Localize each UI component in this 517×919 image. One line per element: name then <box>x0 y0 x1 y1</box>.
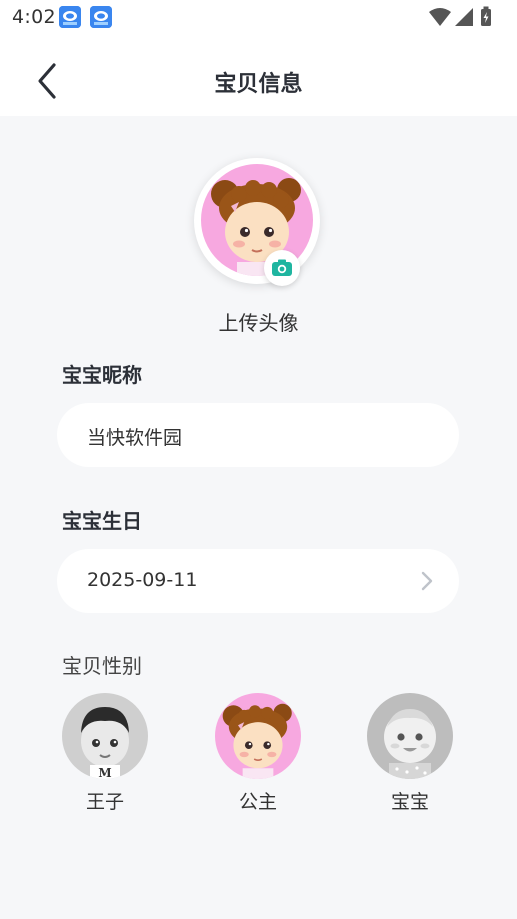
gender-option-label: 宝宝 <box>390 791 429 813</box>
signal-icon <box>455 8 473 26</box>
upload-avatar-label: 上传头像 <box>218 311 299 335</box>
status-bar: 4:02 <box>0 0 517 34</box>
baby-avatar-icon <box>367 693 453 779</box>
birthday-label: 宝宝生日 <box>62 509 142 533</box>
gender-option-baby[interactable]: 宝宝 <box>365 693 455 823</box>
avatar-upload[interactable] <box>194 158 320 284</box>
boy-avatar: M <box>62 693 148 779</box>
girl-avatar-icon <box>215 693 301 779</box>
battery-icon <box>481 6 491 26</box>
notification-app-icon <box>59 6 81 28</box>
camera-button[interactable] <box>264 250 300 286</box>
gender-option-label: 王子 <box>85 791 124 813</box>
status-time: 4:02 <box>12 6 56 28</box>
notification-app-icon <box>90 6 112 28</box>
gender-label: 宝贝性别 <box>62 654 142 678</box>
birthday-picker[interactable]: 2025-09-11 <box>57 549 459 613</box>
gender-option-princess[interactable]: 公主 <box>213 693 303 823</box>
girl-avatar <box>215 693 301 779</box>
status-indicators <box>427 6 497 28</box>
nickname-label: 宝宝昵称 <box>62 363 142 387</box>
baby-avatar <box>367 693 453 779</box>
birthday-value: 2025-09-11 <box>87 569 198 591</box>
boy-avatar-icon: M <box>62 693 148 779</box>
page-title: 宝贝信息 <box>214 72 303 97</box>
nickname-field[interactable]: 当快软件园 <box>57 403 459 467</box>
nav-bar: 宝贝信息 <box>0 34 517 116</box>
svg-text:M: M <box>98 766 111 779</box>
chevron-right-icon <box>421 571 433 591</box>
camera-icon <box>272 259 292 276</box>
wifi-icon <box>429 8 451 26</box>
gender-option-label: 公主 <box>238 791 277 813</box>
nickname-value: 当快软件园 <box>87 427 183 449</box>
gender-option-prince[interactable]: M 王子 <box>60 693 150 823</box>
